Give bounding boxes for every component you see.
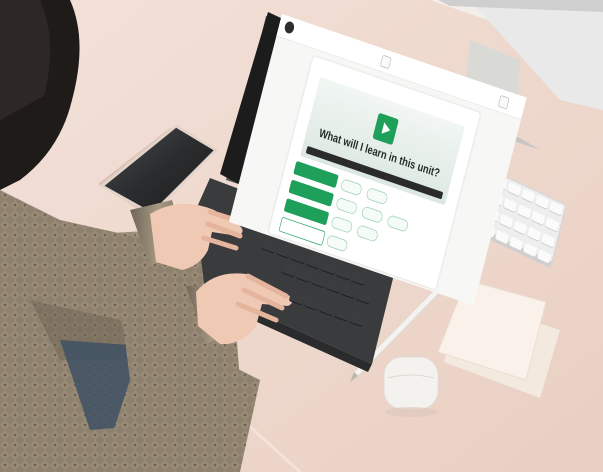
option-pill[interactable] [325, 234, 349, 253]
option-pill[interactable] [365, 186, 389, 206]
key[interactable] [545, 217, 560, 232]
key[interactable] [523, 242, 538, 258]
app-logo[interactable] [283, 20, 296, 35]
key[interactable] [537, 249, 552, 264]
key[interactable] [503, 197, 518, 213]
option-pill[interactable] [330, 215, 354, 234]
key[interactable] [495, 229, 510, 245]
option-pill[interactable] [360, 205, 384, 224]
option-pill[interactable] [355, 224, 379, 243]
option-pill[interactable] [339, 178, 363, 197]
option-pill[interactable] [386, 214, 410, 233]
key[interactable] [499, 213, 514, 229]
key[interactable] [527, 226, 542, 242]
key[interactable] [549, 201, 564, 216]
key[interactable] [507, 181, 522, 197]
play-button[interactable] [372, 112, 399, 146]
key[interactable] [521, 188, 536, 203]
key[interactable] [509, 236, 524, 251]
menu-icon[interactable] [379, 54, 392, 70]
key[interactable] [513, 220, 528, 235]
profile-icon[interactable] [497, 94, 510, 110]
key[interactable] [517, 204, 532, 219]
play-icon [381, 122, 391, 134]
key[interactable] [541, 233, 556, 248]
option-pill[interactable] [335, 196, 359, 216]
photo-scene: What will I learn in this unit? [0, 0, 603, 472]
key[interactable] [535, 194, 550, 210]
key[interactable] [531, 210, 546, 226]
